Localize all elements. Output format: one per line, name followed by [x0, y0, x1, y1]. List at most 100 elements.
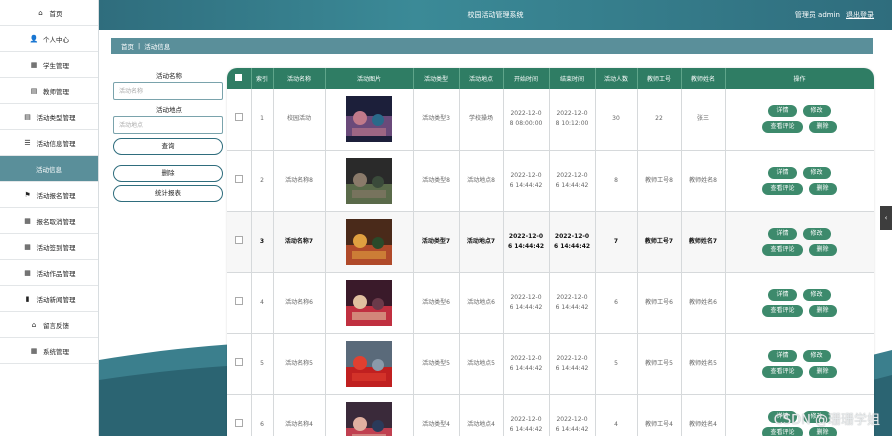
sidebar-item-3[interactable]: ▤ 教师管理: [0, 78, 98, 104]
edit-button[interactable]: 修改: [802, 105, 831, 118]
sidebar-item-13[interactable]: ▦ 系统管理: [0, 338, 98, 364]
chevron-left-icon: ‹: [884, 214, 888, 222]
cell-activity-place: 活动地点5: [459, 333, 504, 395]
row-checkbox[interactable]: [234, 235, 243, 244]
table-row[interactable]: 5 活动名称5 活动类型5 活动地点5 2022-12-0 6 14:44:42 2022…: [227, 333, 874, 395]
sidebar-item-9[interactable]: ▦ 活动签到管理: [0, 234, 98, 260]
row-checkbox[interactable]: [234, 418, 243, 427]
cell-index: 6: [251, 394, 274, 436]
breadcrumb-home[interactable]: 首页: [121, 41, 134, 51]
doc-icon: ▤: [30, 86, 38, 95]
cell-index: 2: [251, 150, 274, 212]
activity-image[interactable]: [346, 96, 392, 143]
sidebar-item-11[interactable]: ▮ 活动新闻管理: [0, 286, 98, 312]
activity-place-input[interactable]: [113, 116, 223, 134]
detail-button[interactable]: 详情: [768, 288, 797, 301]
column-header: 活动地点: [459, 68, 504, 89]
edit-button[interactable]: 修改: [802, 227, 831, 240]
sidebar-item-label: 个人中心: [43, 35, 69, 44]
table-row[interactable]: 3 活动名称7 活动类型7 活动地点7 2022-12-0 6 14:44:42 2022…: [227, 211, 874, 273]
activity-image[interactable]: [346, 279, 392, 326]
sidebar-item-5[interactable]: ☰ 活动信息管理: [0, 130, 98, 156]
cell-activity-type: 活动类型6: [413, 272, 460, 334]
activity-name-input[interactable]: [113, 82, 223, 100]
column-header: 活动图片: [325, 68, 414, 89]
table-row[interactable]: 2 活动名称8 活动类型8 活动地点8 2022-12-0 6 14:44:42 2022…: [227, 150, 874, 212]
cell-participant-count: 5: [595, 333, 638, 395]
row-checkbox[interactable]: [234, 296, 243, 305]
edit-button[interactable]: 修改: [802, 166, 831, 179]
cell-activity-image: [325, 89, 414, 151]
cell-actions: 详情 修改查看评论 删除: [725, 333, 874, 395]
sidebar-item-4[interactable]: ▤ 活动类型管理: [0, 104, 98, 130]
view-comments-button[interactable]: 查看评论: [762, 182, 803, 195]
row-select-cell[interactable]: [227, 333, 252, 395]
edit-button[interactable]: 修改: [802, 288, 831, 301]
sidebar-item-label: 留言反馈: [43, 321, 69, 330]
column-header: 活动人数: [595, 68, 638, 89]
detail-button[interactable]: 详情: [768, 166, 797, 179]
sidebar-item-8[interactable]: ▦ 报名取消管理: [0, 208, 98, 234]
row-select-cell[interactable]: [227, 272, 252, 334]
detail-button[interactable]: 详情: [768, 227, 797, 240]
cell-teacher-name: 教师姓名8: [681, 150, 726, 212]
select-all-checkbox[interactable]: [235, 74, 243, 81]
delete-row-button[interactable]: 删除: [808, 243, 837, 256]
activity-image[interactable]: [346, 157, 392, 204]
table-row[interactable]: 1 校园活动 活动类型3 学校操场 2022-12-0 8 08:00:00 2022-1…: [227, 89, 874, 151]
detail-button[interactable]: 详情: [768, 349, 797, 362]
row-checkbox[interactable]: [234, 174, 243, 183]
sidebar-item-10[interactable]: ▦ 活动作品管理: [0, 260, 98, 286]
collapse-panel-button[interactable]: ‹: [880, 206, 892, 230]
row-select-cell[interactable]: [227, 394, 252, 436]
delete-row-button[interactable]: 删除: [808, 304, 837, 317]
table-row[interactable]: 4 活动名称6 活动类型6 活动地点6 2022-12-0 6 14:44:42 2022…: [227, 272, 874, 334]
row-checkbox[interactable]: [234, 113, 243, 122]
cell-activity-image: [325, 150, 414, 212]
sidebar-item-label: 学生管理: [43, 61, 69, 70]
grid-icon: ▦: [24, 242, 31, 251]
breadcrumb-separator: |: [138, 42, 141, 50]
activity-image[interactable]: [346, 340, 392, 387]
top-bar: 校园活动管理系统 管理员 admin 退出登录: [99, 0, 892, 30]
view-comments-button[interactable]: 查看评论: [762, 365, 803, 378]
cell-activity-type: 活动类型4: [413, 394, 460, 436]
row-select-cell[interactable]: [227, 150, 252, 212]
cell-activity-place: 活动地点7: [459, 211, 504, 273]
report-button[interactable]: 统计报表: [113, 185, 223, 202]
view-comments-button[interactable]: 查看评论: [762, 121, 803, 134]
activity-name-label: 活动名称: [156, 72, 182, 80]
select-all-header[interactable]: [227, 68, 252, 89]
row-select-cell[interactable]: [227, 211, 252, 273]
sidebar-item-label: 教师管理: [43, 87, 69, 96]
sidebar-item-7[interactable]: ⚑ 活动报名管理: [0, 182, 98, 208]
sidebar-item-1[interactable]: 👤 个人中心: [0, 26, 98, 52]
cell-teacher-name: 教师姓名7: [681, 211, 726, 273]
cell-start-time: 2022-12-0 6 14:44:42: [503, 272, 550, 334]
row-checkbox[interactable]: [234, 357, 243, 366]
view-comments-button[interactable]: 查看评论: [762, 304, 803, 317]
cell-actions: 详情 修改查看评论 删除: [725, 211, 874, 273]
cell-activity-name: 活动名称4: [273, 394, 326, 436]
detail-button[interactable]: 详情: [768, 105, 797, 118]
query-button[interactable]: 查询: [113, 138, 223, 155]
logout-link[interactable]: 退出登录: [846, 10, 874, 20]
sidebar-item-2[interactable]: ▦ 学生管理: [0, 52, 98, 78]
delete-button[interactable]: 删除: [113, 165, 223, 182]
row-select-cell[interactable]: [227, 89, 252, 151]
column-header: 操作: [725, 68, 874, 89]
delete-row-button[interactable]: 删除: [808, 182, 837, 195]
sidebar-item-0[interactable]: ⌂ 首页: [0, 0, 98, 26]
cell-index: 5: [251, 333, 274, 395]
system-title: 校园活动管理系统: [467, 11, 524, 19]
sidebar-item-6[interactable]: 活动信息: [0, 156, 98, 182]
view-comments-button[interactable]: 查看评论: [762, 243, 803, 256]
activity-image[interactable]: [346, 401, 392, 436]
delete-row-button[interactable]: 删除: [808, 365, 837, 378]
edit-button[interactable]: 修改: [802, 349, 831, 362]
delete-row-button[interactable]: 删除: [808, 121, 837, 134]
sidebar-item-12[interactable]: ⌂ 留言反馈: [0, 312, 98, 338]
activity-image[interactable]: [346, 218, 392, 265]
cell-end-time: 2022-12-0 6 14:44:42: [549, 272, 596, 334]
breadcrumb: 首页 | 活动信息: [111, 38, 873, 54]
